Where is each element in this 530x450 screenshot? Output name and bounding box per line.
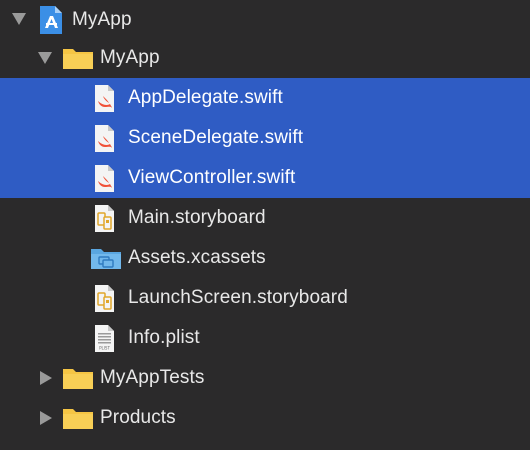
project-label: MyApp	[72, 9, 132, 30]
file-row-main-storyboard[interactable]: Main.storyboard	[0, 198, 530, 238]
file-label: Info.plist	[128, 327, 200, 348]
folder-icon	[62, 38, 93, 78]
disclosure-collapsed-icon[interactable]	[36, 358, 56, 398]
swift-file-icon	[92, 158, 122, 198]
storyboard-icon	[92, 278, 122, 318]
group-row-myapptests[interactable]: MyAppTests	[0, 358, 530, 398]
storyboard-icon	[92, 198, 122, 238]
file-row-viewcontroller[interactable]: ViewController.swift	[0, 158, 530, 198]
swift-file-icon	[92, 78, 122, 118]
project-navigator: MyApp MyApp AppDelegate.swift SceneDeleg…	[0, 0, 530, 450]
file-label: LaunchScreen.storyboard	[128, 287, 348, 308]
file-row-info-plist[interactable]: PLIST Info.plist	[0, 318, 530, 358]
group-label: Products	[100, 407, 176, 428]
group-label: MyApp	[100, 47, 160, 68]
group-label: MyAppTests	[100, 367, 205, 388]
plist-badge: PLIST	[99, 346, 110, 351]
folder-icon	[62, 398, 93, 438]
file-row-scenedelegate[interactable]: SceneDelegate.swift	[0, 118, 530, 158]
file-row-appdelegate[interactable]: AppDelegate.swift	[0, 78, 530, 118]
group-row-products[interactable]: Products	[0, 398, 530, 438]
disclosure-collapsed-icon[interactable]	[36, 398, 56, 438]
file-label: ViewController.swift	[128, 167, 296, 188]
file-row-launchscreen-storyboard[interactable]: LaunchScreen.storyboard	[0, 278, 530, 318]
file-label: Main.storyboard	[128, 207, 266, 228]
xcode-project-icon	[36, 0, 66, 40]
swift-file-icon	[92, 118, 122, 158]
project-row-myapp[interactable]: MyApp	[0, 0, 530, 40]
file-label: Assets.xcassets	[128, 247, 266, 268]
plist-file-icon: PLIST	[92, 318, 122, 358]
disclosure-expanded-icon[interactable]	[10, 0, 30, 40]
file-row-assets[interactable]: Assets.xcassets	[0, 238, 530, 278]
file-label: SceneDelegate.swift	[128, 127, 304, 148]
group-row-myapp[interactable]: MyApp	[0, 38, 530, 78]
asset-catalog-icon	[90, 238, 121, 278]
folder-icon	[62, 358, 93, 398]
file-label: AppDelegate.swift	[128, 87, 283, 108]
disclosure-expanded-icon[interactable]	[36, 38, 56, 78]
